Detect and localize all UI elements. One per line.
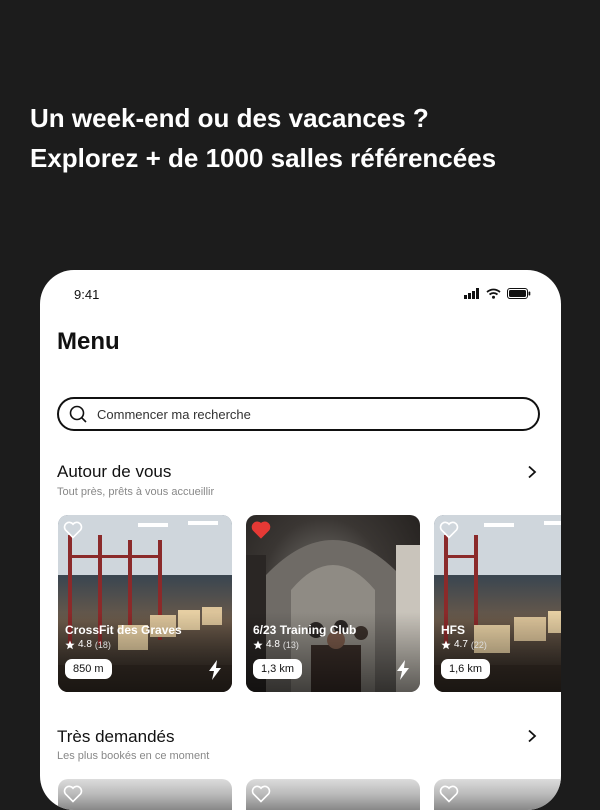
gym-card[interactable]: CrossFit des Graves 4.8 (18) 850 m bbox=[58, 515, 232, 692]
gym-card[interactable] bbox=[434, 779, 561, 810]
star-icon bbox=[65, 640, 75, 649]
rating-count: (13) bbox=[282, 639, 299, 650]
gym-rating: 4.7 (22) bbox=[441, 639, 487, 650]
gym-rating: 4.8 (13) bbox=[253, 639, 299, 650]
gym-name: HFS bbox=[441, 623, 465, 637]
star-icon bbox=[253, 640, 263, 649]
distance-badge: 1,6 km bbox=[441, 659, 491, 679]
gym-card[interactable]: HFS 4.7 (22) 1,6 km bbox=[434, 515, 561, 692]
status-icons bbox=[464, 288, 531, 299]
chevron-right-icon[interactable] bbox=[525, 465, 539, 479]
page-title: Menu bbox=[57, 328, 120, 355]
section-popular-title: Très demandés bbox=[57, 727, 175, 746]
headline-line-2: Explorez + de 1000 salles référencées bbox=[30, 143, 497, 173]
gym-card[interactable]: 6/23 Training Club 4.8 (13) 1,3 km bbox=[246, 515, 420, 692]
heart-icon[interactable] bbox=[439, 785, 459, 803]
rating-count: (22) bbox=[470, 639, 487, 650]
status-time: 9:41 bbox=[74, 287, 100, 302]
search-placeholder: Commencer ma recherche bbox=[97, 406, 251, 422]
rating-value: 4.7 bbox=[454, 639, 468, 650]
rating-count: (18) bbox=[94, 639, 111, 650]
rating-value: 4.8 bbox=[78, 639, 92, 650]
section-nearby-title: Autour de vous bbox=[57, 462, 172, 481]
bolt-icon bbox=[209, 660, 221, 680]
gym-card[interactable] bbox=[58, 779, 232, 810]
wifi-icon bbox=[486, 288, 501, 299]
phone-screen: 9:41 Menu Commencer ma recherche Autour … bbox=[40, 270, 561, 810]
section-nearby-subtitle: Tout près, prêts à vous accueillir bbox=[57, 486, 215, 498]
star-icon bbox=[441, 640, 451, 649]
headline-line-1: Un week-end ou des vacances ? bbox=[30, 103, 429, 133]
search-input[interactable]: Commencer ma recherche bbox=[57, 397, 540, 431]
heart-icon[interactable] bbox=[251, 785, 271, 803]
battery-icon bbox=[507, 288, 531, 299]
distance-badge: 1,3 km bbox=[253, 659, 303, 679]
bolt-icon bbox=[397, 660, 409, 680]
signal-icon bbox=[464, 288, 479, 299]
heart-icon[interactable] bbox=[63, 521, 83, 539]
gym-name: 6/23 Training Club bbox=[253, 623, 357, 637]
heart-icon[interactable] bbox=[439, 521, 459, 539]
rating-value: 4.8 bbox=[266, 639, 280, 650]
status-bar: 9:41 bbox=[40, 270, 561, 320]
gym-name: CrossFit des Graves bbox=[65, 623, 182, 637]
chevron-right-icon[interactable] bbox=[525, 729, 539, 743]
gym-rating: 4.8 (18) bbox=[65, 639, 111, 650]
search-icon bbox=[69, 405, 87, 423]
heart-icon[interactable] bbox=[251, 521, 271, 539]
distance-badge: 850 m bbox=[65, 659, 112, 679]
gym-card[interactable] bbox=[246, 779, 420, 810]
heart-icon[interactable] bbox=[63, 785, 83, 803]
promo-headline: Un week-end ou des vacances ? Explorez +… bbox=[30, 98, 496, 178]
section-popular-subtitle: Les plus bookés en ce moment bbox=[57, 750, 210, 762]
